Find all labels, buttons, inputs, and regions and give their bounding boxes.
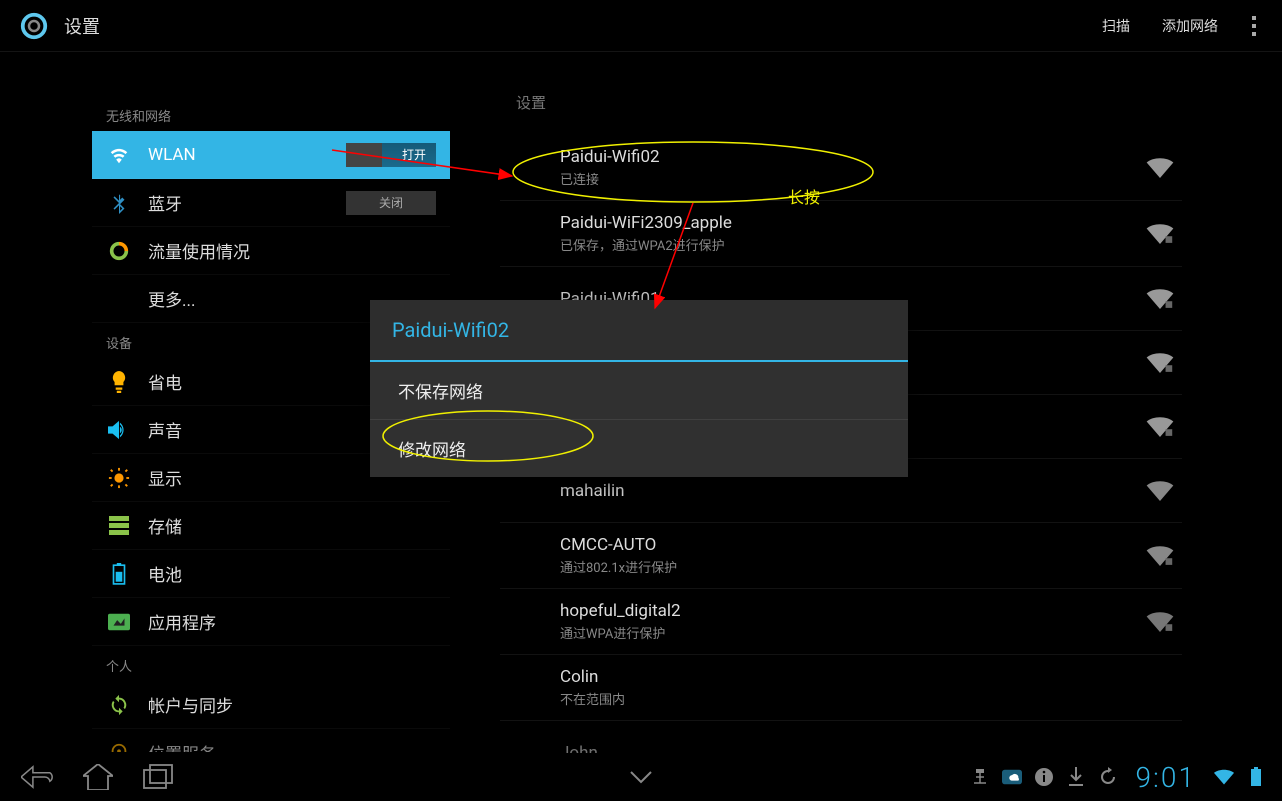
sidebar-item-data-usage[interactable]: 流量使用情况: [92, 227, 450, 275]
forget-network-button[interactable]: 不保存网络: [370, 362, 908, 420]
bluetooth-switch[interactable]: 关闭: [346, 191, 436, 215]
wifi-status: 不在范围内: [560, 689, 1174, 708]
usb-debug-icon[interactable]: [970, 767, 990, 787]
wifi-ssid: CMCC-AUTO: [560, 535, 1146, 555]
info-icon[interactable]: [1034, 767, 1054, 787]
wifi-signal-lock-icon: [1146, 353, 1174, 373]
speaker-icon: [106, 417, 132, 443]
status-battery-icon: [1246, 767, 1266, 787]
home-button[interactable]: [68, 753, 128, 801]
modal-title: Paidui-Wifi02: [370, 300, 908, 362]
wifi-status: 已连接: [560, 169, 1146, 188]
wifi-signal-lock-icon: [1146, 546, 1174, 566]
bluetooth-label: 蓝牙: [148, 190, 346, 215]
wifi-icon: [106, 142, 132, 168]
wifi-status: 通过802.1x进行保护: [560, 557, 1146, 576]
wifi-ssid: hopeful_digital2: [560, 601, 1146, 621]
wifi-signal-lock-icon: [1146, 289, 1174, 309]
section-header-personal: 个人: [106, 656, 450, 675]
sidebar-item-accounts-sync[interactable]: 帐户与同步: [92, 681, 450, 729]
sidebar-item-battery[interactable]: 电池: [92, 550, 450, 598]
wifi-signal-lock-icon: [1146, 612, 1174, 632]
sync-icon: [106, 692, 132, 718]
apps-label: 应用程序: [148, 609, 436, 634]
wifi-ssid: Paidui-Wifi02: [560, 147, 1146, 167]
wifi-network-row[interactable]: hopeful_digital2 通过WPA进行保护: [500, 589, 1182, 655]
back-button[interactable]: [8, 753, 68, 801]
wifi-ssid: Colin: [560, 667, 1174, 687]
brightness-icon: [106, 465, 132, 491]
wifi-signal-icon: [1146, 158, 1174, 178]
wifi-network-row[interactable]: CMCC-AUTO 通过802.1x进行保护: [500, 523, 1182, 589]
wifi-signal-lock-icon: [1146, 224, 1174, 244]
data-usage-icon: [106, 238, 132, 264]
location-icon: [106, 740, 132, 753]
page-title: 设置: [64, 13, 100, 39]
battery-label: 电池: [148, 561, 436, 586]
settings-app-icon[interactable]: [16, 8, 52, 44]
cloud-icon[interactable]: [1002, 767, 1022, 787]
data-usage-label: 流量使用情况: [148, 238, 436, 263]
apps-icon: [106, 609, 132, 635]
section-header-wireless: 无线和网络: [106, 106, 450, 125]
sidebar-item-storage[interactable]: 存储: [92, 502, 450, 550]
wifi-network-row[interactable]: Paidui-WiFi2309_apple 已保存，通过WPA2进行保护: [500, 201, 1182, 267]
overflow-menu-button[interactable]: [1234, 0, 1274, 52]
wifi-network-row[interactable]: Colin 不在范围内: [500, 655, 1182, 721]
wifi-signal-icon: [1146, 481, 1174, 501]
scan-button[interactable]: 扫描: [1086, 0, 1146, 52]
status-clock[interactable]: 9:01: [1136, 761, 1196, 794]
wifi-status: 通过WPA进行保护: [560, 623, 1146, 642]
accounts-sync-label: 帐户与同步: [148, 692, 436, 717]
action-bar: 设置 扫描 添加网络: [0, 0, 1282, 52]
wlan-switch[interactable]: 打开: [346, 143, 436, 167]
wifi-ssid: mahailin: [560, 481, 1146, 501]
wlan-label: WLAN: [148, 145, 346, 165]
sidebar-item-apps[interactable]: 应用程序: [92, 598, 450, 646]
sidebar-item-bluetooth[interactable]: 蓝牙 关闭: [92, 179, 450, 227]
wifi-signal-lock-icon: [1146, 417, 1174, 437]
more-icon: [106, 286, 132, 312]
sidebar-item-location[interactable]: 位置服务: [92, 729, 450, 752]
storage-icon: [106, 513, 132, 539]
status-wifi-icon: [1214, 767, 1234, 787]
wifi-network-row[interactable]: Paidui-Wifi02 已连接: [500, 135, 1182, 201]
expand-button[interactable]: [611, 753, 671, 801]
storage-label: 存储: [148, 513, 436, 538]
content-header: 设置: [516, 92, 1182, 113]
bulb-icon: [106, 369, 132, 395]
refresh-icon[interactable]: [1098, 767, 1118, 787]
download-icon[interactable]: [1066, 767, 1086, 787]
location-label: 位置服务: [148, 740, 436, 752]
battery-icon: [106, 561, 132, 587]
sidebar-item-wlan[interactable]: WLAN 打开: [92, 131, 450, 179]
bluetooth-icon: [106, 190, 132, 216]
wifi-context-menu: Paidui-Wifi02 不保存网络 修改网络: [370, 300, 908, 477]
wifi-status: 已保存，通过WPA2进行保护: [560, 235, 1146, 254]
modify-network-button[interactable]: 修改网络: [370, 420, 908, 477]
system-nav-bar: 9:01: [0, 753, 1282, 801]
add-network-button[interactable]: 添加网络: [1146, 0, 1234, 52]
wifi-ssid: Paidui-WiFi2309_apple: [560, 213, 1146, 233]
recents-button[interactable]: [128, 753, 188, 801]
